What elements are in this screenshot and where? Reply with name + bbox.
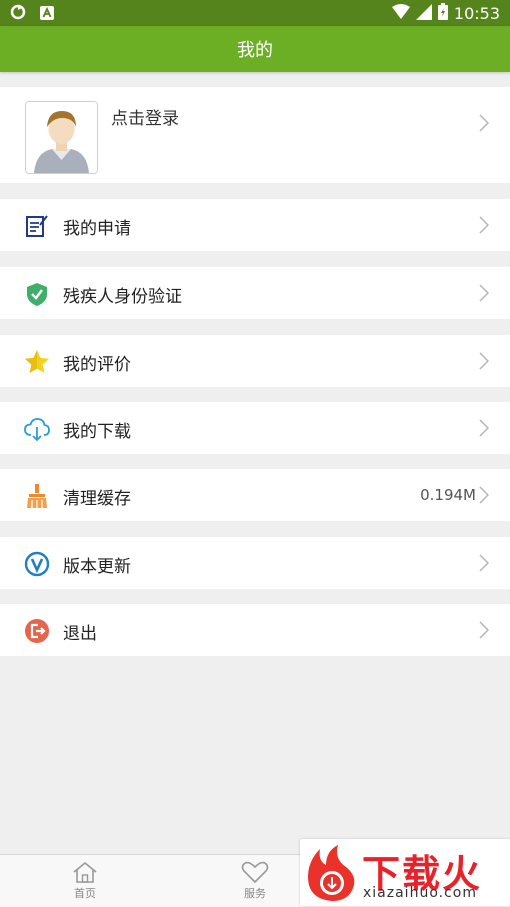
heart-icon bbox=[241, 861, 269, 883]
profile-login-row[interactable]: 点击登录 bbox=[0, 87, 510, 183]
broom-icon bbox=[27, 484, 47, 508]
chevron-right-icon bbox=[479, 486, 489, 504]
chevron-right-icon bbox=[479, 284, 489, 302]
menu-item-my-applications[interactable]: 我的申请 bbox=[0, 199, 510, 251]
cache-size-value: 0.194M bbox=[420, 486, 476, 504]
menu-item-disability-verification[interactable]: 残疾人身份验证 bbox=[0, 267, 510, 319]
signal-icon bbox=[415, 3, 432, 24]
app-header: 我的 bbox=[0, 26, 510, 72]
sync-icon bbox=[10, 4, 26, 24]
status-time: 10:53 bbox=[453, 4, 500, 23]
menu-label: 我的下载 bbox=[63, 422, 131, 442]
shield-check-icon bbox=[27, 283, 47, 306]
chevron-right-icon bbox=[479, 114, 489, 132]
menu-item-my-downloads[interactable]: 我的下载 bbox=[0, 402, 510, 454]
star-icon bbox=[25, 350, 49, 373]
menu-label: 我的申请 bbox=[63, 219, 131, 239]
tab-label: 服务 bbox=[244, 887, 266, 900]
status-bar: 10:53 bbox=[0, 0, 510, 26]
avatar bbox=[25, 101, 98, 174]
chevron-right-icon bbox=[479, 419, 489, 437]
notification-a-icon bbox=[40, 5, 54, 24]
chevron-right-icon bbox=[479, 352, 489, 370]
chevron-right-icon bbox=[479, 554, 489, 572]
home-icon bbox=[73, 861, 97, 883]
battery-icon bbox=[437, 3, 448, 24]
menu-item-version-update[interactable]: 版本更新 bbox=[0, 537, 510, 589]
wifi-icon bbox=[391, 3, 410, 24]
menu-label: 版本更新 bbox=[63, 557, 131, 577]
document-edit-icon bbox=[26, 215, 48, 237]
logout-icon bbox=[25, 619, 49, 643]
chevron-right-icon bbox=[479, 621, 489, 639]
login-label[interactable]: 点击登录 bbox=[111, 104, 179, 129]
version-v-icon bbox=[24, 551, 50, 577]
menu-label: 退出 bbox=[63, 624, 97, 644]
menu-label: 残疾人身份验证 bbox=[63, 287, 182, 307]
cloud-download-icon bbox=[24, 418, 50, 442]
menu-item-my-reviews[interactable]: 我的评价 bbox=[0, 335, 510, 387]
menu-label: 我的评价 bbox=[63, 355, 131, 375]
tab-service[interactable]: 服务 bbox=[225, 861, 285, 901]
watermark-subtitle: xiazaihuo.com bbox=[363, 885, 477, 901]
page-title: 我的 bbox=[237, 40, 273, 61]
chevron-right-icon bbox=[479, 216, 489, 234]
flame-logo-icon bbox=[308, 845, 355, 901]
menu-item-clear-cache[interactable]: 清理缓存 0.194M bbox=[0, 469, 510, 521]
menu-item-logout[interactable]: 退出 bbox=[0, 604, 510, 656]
menu-label: 清理缓存 bbox=[63, 489, 131, 509]
tab-label: 首页 bbox=[74, 887, 96, 900]
watermark-logo: 下载火 xiazaihuo.com bbox=[300, 839, 510, 906]
tab-home[interactable]: 首页 bbox=[55, 861, 115, 901]
